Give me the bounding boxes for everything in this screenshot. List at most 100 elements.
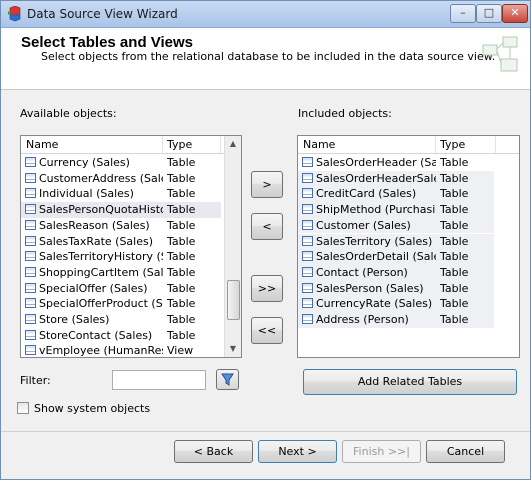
- object-type: Table: [440, 281, 469, 295]
- list-item[interactable]: vEmployee (HumanResou... View: [21, 343, 221, 358]
- available-col-name[interactable]: Name: [26, 138, 58, 151]
- object-name: SalesTerritoryHistory (Sales): [39, 250, 163, 264]
- show-system-objects-checkbox[interactable]: [17, 402, 29, 414]
- table-icon: [302, 204, 313, 215]
- table-icon: [302, 235, 313, 246]
- filter-input[interactable]: [112, 370, 206, 390]
- scrollbar-thumb[interactable]: [227, 280, 240, 321]
- list-item[interactable]: StoreContact (Sales) Table: [21, 328, 221, 344]
- object-type: Table: [440, 171, 469, 185]
- list-item[interactable]: CurrencyRate (Sales) Table: [298, 296, 494, 312]
- remove-all-button[interactable]: <<: [251, 317, 283, 344]
- page-title: Select Tables and Views: [21, 34, 194, 51]
- list-item[interactable]: SalesOrderHeader (Sales) Table: [298, 155, 494, 171]
- list-item[interactable]: Address (Person) Table: [298, 312, 494, 328]
- object-name: SpecialOffer (Sales): [39, 281, 148, 295]
- table-icon: [25, 219, 36, 230]
- included-col-name[interactable]: Name: [303, 138, 335, 151]
- object-type: Table: [167, 234, 196, 248]
- funnel-icon: [221, 373, 234, 386]
- window-title: Data Source View Wizard: [27, 7, 178, 21]
- list-item[interactable]: Store (Sales) Table: [21, 312, 221, 328]
- wizard-app-icon: [8, 6, 21, 22]
- add-related-tables-button[interactable]: Add Related Tables: [303, 369, 517, 395]
- object-type: Table: [167, 297, 196, 311]
- object-name: SpecialOfferProduct (Sales): [39, 297, 163, 311]
- page-subtitle: Select objects from the relational datab…: [41, 50, 496, 63]
- object-name: SalesOrderHeader (Sales): [316, 156, 436, 169]
- object-type: Table: [167, 218, 196, 232]
- object-name: SalesTerritory (Sales): [316, 234, 433, 248]
- object-name: vEmployee (HumanResou...: [39, 344, 163, 358]
- object-type: Table: [440, 156, 469, 169]
- list-item[interactable]: Individual (Sales) Table: [21, 186, 221, 202]
- object-type: Table: [167, 265, 196, 279]
- object-name: SalesOrderDetail (Sales): [316, 250, 436, 264]
- table-icon: [302, 219, 313, 230]
- wizard-window: Data Source View Wizard – □ ✕ Select Tab…: [0, 0, 531, 480]
- available-scrollbar[interactable]: ▲ ▼: [224, 136, 241, 357]
- list-item[interactable]: SalesPersonQuotaHistory ... Table: [21, 202, 221, 218]
- table-icon: [302, 251, 313, 262]
- object-name: StoreContact (Sales): [39, 328, 153, 342]
- table-icon: [25, 251, 36, 262]
- list-item[interactable]: SalesPerson (Sales) Table: [298, 280, 494, 297]
- object-type: View: [167, 344, 194, 358]
- object-name: CreditCard (Sales): [316, 187, 417, 201]
- maximize-button[interactable]: □: [476, 4, 502, 23]
- table-icon: [25, 282, 36, 293]
- table-icon: [25, 298, 36, 309]
- list-item[interactable]: CreditCard (Sales) Table: [298, 186, 494, 203]
- remove-selected-button[interactable]: <: [251, 213, 283, 240]
- list-item[interactable]: ShipMethod (Purchasing) Table: [298, 202, 494, 218]
- cancel-button[interactable]: Cancel: [426, 440, 505, 463]
- show-system-objects-label[interactable]: Show system objects: [34, 402, 150, 415]
- list-item[interactable]: ShoppingCartItem (Sales) Table: [21, 265, 221, 281]
- available-col-type[interactable]: Type: [167, 138, 192, 151]
- list-item[interactable]: SalesTerritory (Sales) Table: [298, 233, 494, 250]
- table-icon: [302, 172, 313, 183]
- included-col-type[interactable]: Type: [440, 138, 465, 151]
- available-objects-list[interactable]: Name Type Currency (Sales) Table CustomerA…: [20, 135, 242, 358]
- list-item[interactable]: SalesOrderHeaderSalesRe... Table: [298, 170, 494, 187]
- scroll-down-icon[interactable]: ▼: [225, 341, 241, 357]
- object-type: Table: [167, 187, 196, 201]
- title-bar[interactable]: Data Source View Wizard – □ ✕: [1, 1, 530, 28]
- list-item[interactable]: SalesReason (Sales) Table: [21, 218, 221, 234]
- add-all-button[interactable]: >>: [251, 275, 283, 302]
- table-icon: [25, 157, 36, 167]
- list-item[interactable]: Customer (Sales) Table: [298, 217, 494, 234]
- next-button[interactable]: Next >: [258, 440, 337, 463]
- object-name: Customer (Sales): [316, 218, 411, 232]
- list-item[interactable]: SalesOrderDetail (Sales) Table: [298, 249, 494, 265]
- object-name: Individual (Sales): [39, 187, 134, 201]
- finish-button: Finish >>|: [342, 440, 421, 463]
- database-tables-graphic-icon: [482, 36, 518, 72]
- object-type: Table: [440, 313, 469, 326]
- maximize-icon: □: [483, 6, 495, 19]
- add-selected-button[interactable]: >: [251, 171, 283, 198]
- view-icon: [25, 345, 36, 356]
- object-type: Table: [440, 297, 469, 311]
- list-item[interactable]: SalesTerritoryHistory (Sales) Table: [21, 249, 221, 265]
- object-type: Table: [440, 234, 469, 248]
- back-button[interactable]: < Back: [174, 440, 253, 463]
- table-icon: [25, 329, 36, 340]
- included-objects-list[interactable]: Name Type SalesOrderHeader (Sales)TableS…: [297, 135, 520, 358]
- object-type: Table: [167, 171, 196, 185]
- close-button[interactable]: ✕: [502, 4, 528, 23]
- object-type: Table: [167, 313, 196, 326]
- list-item[interactable]: CustomerAddress (Sales) Table: [21, 171, 221, 187]
- list-item[interactable]: Currency (Sales) Table: [21, 155, 221, 171]
- object-type: Table: [167, 250, 196, 264]
- list-item[interactable]: SalesTaxRate (Sales) Table: [21, 234, 221, 250]
- filter-button[interactable]: [216, 369, 239, 390]
- list-item[interactable]: SpecialOffer (Sales) Table: [21, 281, 221, 297]
- object-type: Table: [440, 203, 469, 217]
- minimize-button[interactable]: –: [450, 4, 476, 23]
- list-item[interactable]: Contact (Person) Table: [298, 264, 494, 281]
- available-objects-label: Available objects:: [20, 107, 117, 120]
- object-name: ShoppingCartItem (Sales): [39, 265, 163, 279]
- list-item[interactable]: SpecialOfferProduct (Sales) Table: [21, 296, 221, 312]
- scroll-up-icon[interactable]: ▲: [225, 136, 241, 152]
